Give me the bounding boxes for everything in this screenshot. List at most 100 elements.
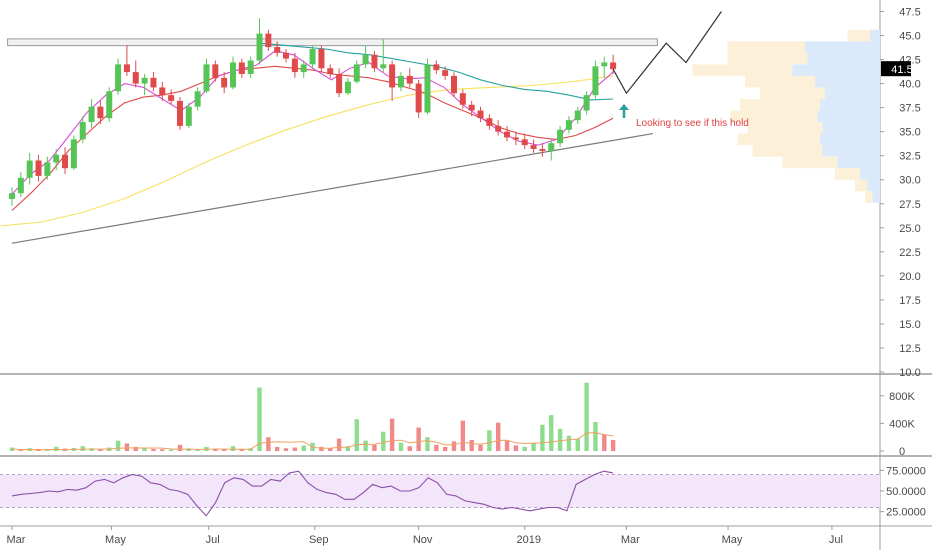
volume-bar: [566, 435, 572, 451]
volume-bar: [142, 448, 147, 451]
volume-bar: [292, 447, 298, 451]
price-tick-label: 45.0: [899, 31, 920, 43]
volume-bar: [398, 442, 404, 451]
candle-body: [601, 62, 608, 67]
candle-body: [44, 162, 51, 176]
candle-body: [371, 54, 378, 69]
volume-bar: [257, 387, 262, 451]
candle-body: [309, 48, 316, 65]
time-tick-label: Jul: [829, 534, 843, 546]
volume-profile-sell-bar: [835, 168, 860, 180]
candle-body: [9, 193, 15, 199]
volume-bar: [177, 444, 183, 451]
candle-body: [159, 87, 166, 96]
volume-bar: [496, 422, 501, 451]
volume-bar: [319, 446, 324, 451]
candle-body: [336, 73, 343, 94]
chart-canvas: Looking to see if this hold47.545.042.54…: [0, 0, 932, 550]
candle-body: [203, 64, 210, 92]
volume-bar: [425, 437, 430, 451]
candle-body: [185, 106, 192, 126]
candle-body: [592, 66, 599, 96]
volume-profile-buy-bar: [837, 156, 880, 169]
volume-profile-sell-bar: [747, 122, 823, 134]
candle-body: [433, 64, 440, 71]
candle-body: [406, 75, 413, 84]
time-tick-label: Sep: [309, 534, 329, 546]
volume-bar: [266, 437, 271, 451]
candle-body: [610, 62, 617, 70]
volume-bar: [124, 443, 130, 451]
candle-body: [344, 81, 351, 94]
candle-body: [97, 106, 104, 119]
support-trendline: [11, 132, 654, 244]
candle-body: [70, 139, 77, 169]
candle-body: [565, 120, 572, 130]
price-tick-label: 27.5: [899, 199, 920, 211]
price-tick-label: 32.5: [899, 151, 920, 163]
volume-bar: [469, 439, 474, 451]
candle-body: [468, 104, 475, 111]
candle-body: [327, 68, 334, 74]
volume-tick-label: 0: [899, 446, 905, 458]
candle-body: [26, 160, 33, 178]
candle-body: [79, 122, 86, 140]
volume-profile-buy-bar: [792, 64, 880, 76]
volume-bar: [230, 446, 236, 451]
volume-profile-buy-bar: [867, 179, 880, 192]
price-tick-label: 25.0: [899, 223, 920, 235]
volume-profile-buy-bar: [822, 145, 880, 157]
volume-bar: [531, 442, 536, 451]
volume-tick-label: 800K: [889, 391, 915, 403]
volume-profile-sell-bar: [740, 98, 820, 111]
candle-body: [442, 70, 449, 76]
candle-body: [230, 62, 236, 88]
candle-body: [106, 91, 113, 119]
moving-average-mid-line: [11, 65, 614, 211]
candle-body: [451, 75, 457, 94]
volume-profile-sell-bar: [727, 41, 805, 53]
candle-body: [35, 160, 42, 176]
volume-bar: [133, 446, 138, 451]
candle-body: [548, 143, 555, 151]
volume-profile-sell-bar: [752, 145, 823, 157]
volume-bar: [416, 427, 421, 451]
volume-bar: [283, 448, 289, 451]
candle-body: [300, 64, 307, 73]
volume-profile-sell-bar: [737, 133, 820, 146]
volume-profile-sell-bar: [847, 29, 870, 42]
candle-body: [150, 77, 157, 88]
volume-bar: [381, 431, 386, 451]
rsi-tick-label: 50.0000: [886, 486, 926, 498]
volume-profile-buy-bar: [817, 110, 880, 123]
volume-profile-buy-bar: [807, 52, 880, 65]
time-tick-label: Mar: [7, 534, 26, 546]
volume-bar: [160, 449, 165, 451]
price-tick-label: 15.0: [899, 319, 920, 331]
volume-profile-buy-bar: [805, 41, 880, 53]
candle-body: [238, 62, 245, 74]
candle-body: [477, 110, 484, 119]
price-tick-label: 37.5: [899, 103, 920, 115]
rsi-band: [0, 474, 880, 508]
candle-body: [521, 139, 528, 146]
volume-bar: [434, 444, 439, 451]
volume-bar: [575, 438, 580, 451]
price-tick-label: 35.0: [899, 127, 920, 139]
volume-profile-buy-bar: [820, 98, 880, 111]
candle-body: [504, 131, 511, 138]
volume-bar: [584, 382, 589, 451]
volume-bar: [602, 434, 607, 451]
rsi-tick-label: 75.0000: [886, 465, 926, 477]
volume-bar: [540, 424, 545, 451]
volume-bar: [513, 445, 519, 451]
candle-body: [459, 93, 466, 105]
volume-bar: [363, 440, 368, 451]
candle-body: [318, 48, 325, 69]
candle-body: [574, 110, 581, 121]
volume-bar: [80, 446, 85, 451]
volume-bar: [593, 422, 598, 451]
candle-body: [397, 75, 404, 88]
volume-bar: [168, 449, 174, 451]
volume-bar: [478, 444, 483, 451]
